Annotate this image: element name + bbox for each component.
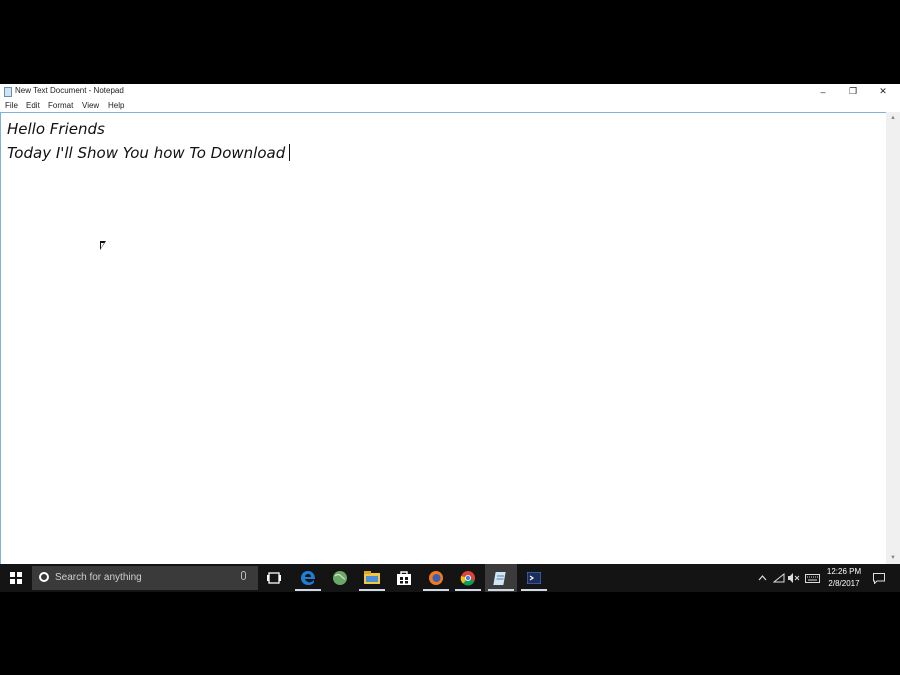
action-center-icon[interactable] — [870, 564, 888, 592]
keyboard-icon[interactable] — [803, 564, 821, 592]
edge-browser-icon[interactable] — [298, 568, 318, 588]
search-box[interactable]: Search for anything — [32, 566, 258, 590]
video-letterbox-top — [0, 0, 900, 84]
firefox-icon[interactable] — [426, 568, 446, 588]
notepad-open-indicator — [488, 589, 514, 591]
window-title: New Text Document - Notepad — [15, 86, 124, 95]
menu-file[interactable]: File — [5, 101, 18, 110]
video-letterbox-bottom — [0, 592, 900, 675]
text-editor[interactable]: Hello Friends Today I'll Show You how To… — [0, 112, 886, 564]
edge-open-indicator — [295, 589, 321, 591]
menu-view[interactable]: View — [82, 101, 99, 110]
minimize-button[interactable]: – — [808, 84, 838, 99]
cortana-icon — [39, 572, 49, 582]
chrome-open-indicator — [455, 589, 481, 591]
close-button[interactable]: ✕ — [868, 84, 898, 99]
scroll-down-arrow-icon[interactable]: ▼ — [886, 552, 900, 564]
terminal-icon[interactable] — [524, 568, 544, 588]
notepad-window: New Text Document - Notepad – ❐ ✕ File E… — [0, 84, 900, 564]
editor-line: Today I'll Show You how To Download — [7, 144, 291, 162]
notepad-icon — [4, 87, 12, 97]
menu-format[interactable]: Format — [48, 101, 73, 110]
firefox-open-indicator — [423, 589, 449, 591]
terminal-open-indicator — [521, 589, 547, 591]
menu-edit[interactable]: Edit — [26, 101, 40, 110]
show-hidden-icons-icon[interactable] — [756, 564, 768, 592]
microphone-icon[interactable] — [241, 571, 246, 580]
scroll-up-arrow-icon[interactable]: ▲ — [886, 112, 900, 124]
file-explorer-icon[interactable] — [362, 568, 382, 588]
search-placeholder: Search for anything — [55, 572, 142, 583]
editor-line-text: Today I'll Show You how To Download — [7, 144, 286, 162]
clock-time: 12:26 PM — [826, 567, 862, 576]
start-button[interactable] — [0, 564, 32, 592]
chrome-icon[interactable] — [458, 568, 478, 588]
clock[interactable]: 12:26 PM 2/8/2017 — [822, 566, 866, 590]
store-icon[interactable] — [394, 568, 414, 588]
taskbar: Search for anything 12:26 PM 2/8/2017 — [0, 564, 900, 592]
vertical-scrollbar[interactable]: ▲ ▼ — [886, 112, 900, 564]
task-view-icon[interactable] — [264, 568, 284, 588]
menu-bar: File Edit Format View Help — [0, 99, 900, 112]
editor-line: Hello Friends — [7, 120, 105, 138]
mouse-pointer-fill — [101, 243, 104, 248]
explorer-open-indicator — [359, 589, 385, 591]
editor-line-text: Hello Friends — [7, 120, 105, 138]
menu-help[interactable]: Help — [108, 101, 124, 110]
notepad-app-icon[interactable] — [491, 568, 511, 588]
globe-app-icon[interactable] — [330, 568, 350, 588]
volume-muted-icon[interactable] — [787, 564, 801, 592]
text-caret — [289, 144, 291, 161]
title-bar[interactable]: New Text Document - Notepad – ❐ ✕ — [0, 84, 900, 99]
restore-button[interactable]: ❐ — [838, 84, 868, 99]
clock-date: 2/8/2017 — [828, 579, 860, 588]
network-icon[interactable] — [772, 564, 786, 592]
windows-logo-icon — [10, 572, 22, 584]
